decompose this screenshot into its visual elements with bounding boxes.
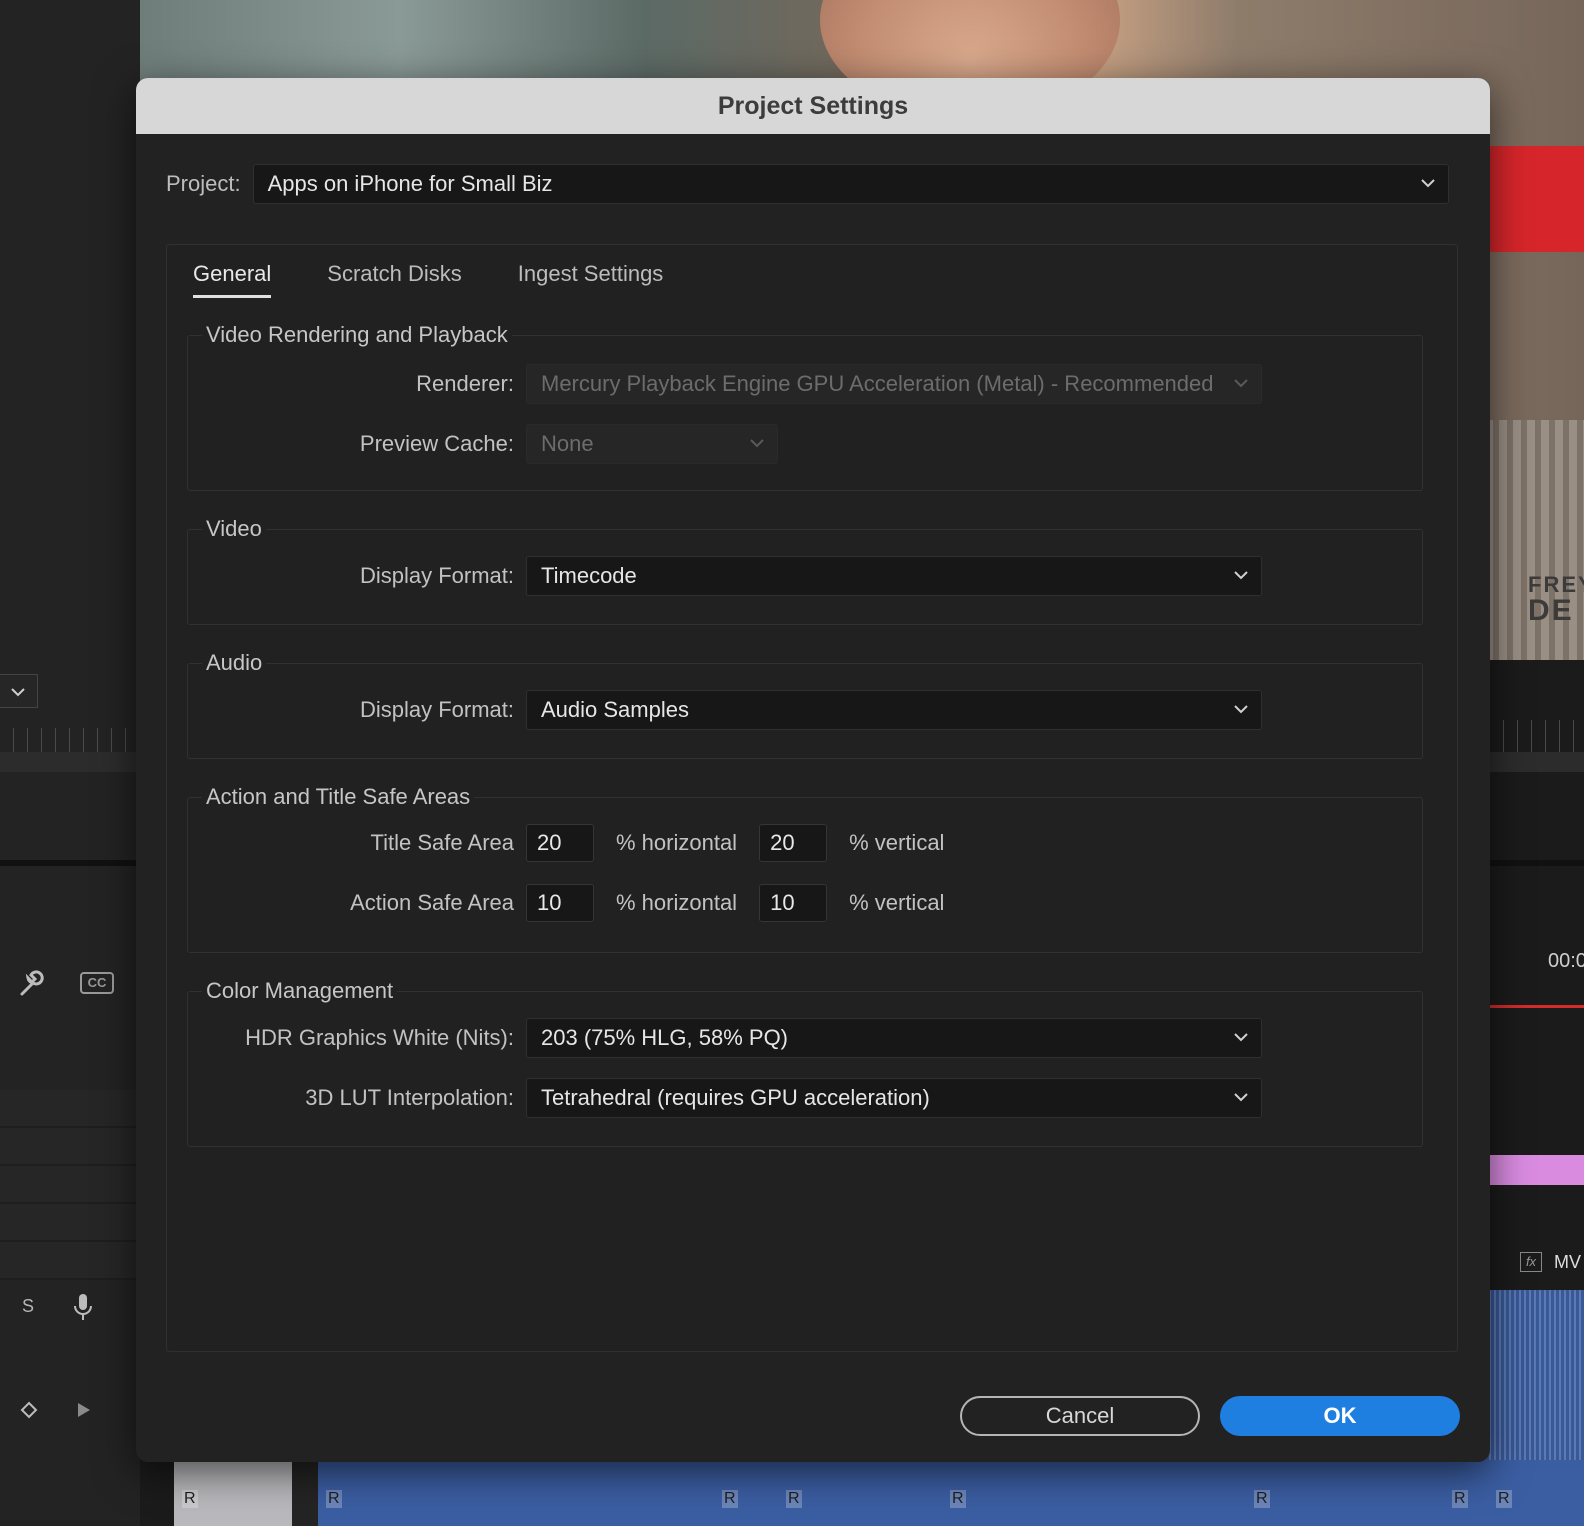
cancel-button[interactable]: Cancel — [960, 1396, 1200, 1436]
preview-cache-select-value: None — [541, 431, 594, 456]
track-marker: R — [1254, 1490, 1270, 1508]
action-safe-row: Action Safe Area 10 % horizontal 10 % ve… — [188, 884, 966, 922]
vertical-unit-label: % vertical — [849, 830, 945, 855]
track-gap — [292, 1460, 318, 1526]
hdr-white-label: HDR Graphics White (Nits): — [245, 1025, 514, 1050]
microphone-icon[interactable] — [72, 1292, 94, 1329]
left-scroll-bar[interactable] — [0, 752, 136, 772]
right-scroll-bar[interactable] — [1476, 752, 1584, 772]
chevron-down-icon — [1234, 379, 1248, 388]
action-safe-label: Action Safe Area — [350, 890, 514, 915]
settings-panel: General Scratch Disks Ingest Settings Vi… — [166, 244, 1458, 1352]
title-safe-row: Title Safe Area 20 % horizontal 20 % ver… — [188, 824, 966, 862]
track-headers — [0, 1090, 136, 1280]
preview-cache-row: Preview Cache: None — [188, 424, 778, 464]
track-marker: R — [1496, 1490, 1512, 1508]
group-audio: Audio Display Format: Audio Samples — [187, 650, 1423, 759]
group-legend: Video Rendering and Playback — [202, 322, 512, 348]
lut-interpolation-value: Tetrahedral (requires GPU acceleration) — [541, 1085, 930, 1110]
panel-menu-dropdown[interactable] — [0, 674, 38, 708]
lut-interpolation-select[interactable]: Tetrahedral (requires GPU acceleration) — [526, 1078, 1262, 1118]
closed-captions-icon[interactable]: CC — [80, 972, 114, 994]
chevron-down-icon — [1234, 1093, 1248, 1102]
tab-bar: General Scratch Disks Ingest Settings — [193, 261, 719, 298]
pink-clip[interactable] — [1478, 1155, 1584, 1185]
group-safe-areas: Action and Title Safe Areas Title Safe A… — [187, 784, 1423, 953]
hdr-white-select[interactable]: 203 (75% HLG, 58% PQ) — [526, 1018, 1262, 1058]
renderer-row: Renderer: Mercury Playback Engine GPU Ac… — [188, 364, 1262, 404]
lut-interpolation-row: 3D LUT Interpolation: Tetrahedral (requi… — [188, 1078, 1262, 1118]
horizontal-unit-label: % horizontal — [616, 830, 738, 855]
group-video: Video Display Format: Timecode — [187, 516, 1423, 625]
video-display-format-label: Display Format: — [359, 563, 514, 588]
tab-general[interactable]: General — [193, 261, 272, 298]
track-marker: R — [786, 1490, 802, 1508]
audio-display-format-select[interactable]: Audio Samples — [526, 690, 1262, 730]
group-legend: Action and Title Safe Areas — [202, 784, 475, 810]
left-time-ruler — [0, 728, 136, 752]
chevron-down-icon — [11, 688, 25, 697]
lut-interpolation-label: 3D LUT Interpolation: — [305, 1085, 514, 1110]
group-color-management: Color Management HDR Graphics White (Nit… — [187, 978, 1423, 1147]
hdr-white-row: HDR Graphics White (Nits): 203 (75% HLG,… — [188, 1018, 1262, 1058]
video-wall-text: FREY DE — [1528, 572, 1584, 627]
renderer-label: Renderer: — [416, 371, 514, 396]
wrench-icon[interactable] — [16, 968, 46, 1005]
group-video-rendering: Video Rendering and Playback Renderer: M… — [187, 322, 1423, 491]
audio-clips-track[interactable] — [174, 1460, 1584, 1526]
video-display-format-row: Display Format: Timecode — [188, 556, 1262, 596]
track-marker: R — [182, 1490, 198, 1508]
project-settings-dialog: Project Settings Project: Apps on iPhone… — [136, 78, 1490, 1462]
timeline-timecode: 00:0 — [1548, 950, 1584, 972]
preview-cache-label: Preview Cache: — [359, 431, 514, 456]
fx-badge: fx — [1520, 1252, 1542, 1272]
track-marker: R — [326, 1490, 342, 1508]
chevron-down-icon — [1234, 705, 1248, 714]
chevron-down-icon — [1234, 571, 1248, 580]
clip-name-label: MV — [1554, 1252, 1581, 1272]
track-marker: R — [722, 1490, 738, 1508]
track-marker: R — [950, 1490, 966, 1508]
panel-divider — [0, 860, 136, 866]
preview-cache-select: None — [526, 424, 778, 464]
solo-track-toggle[interactable]: S — [22, 1296, 34, 1317]
audio-display-format-row: Display Format: Audio Samples — [188, 690, 1262, 730]
chevron-down-icon — [1420, 179, 1435, 188]
dialog-title: Project Settings — [717, 91, 909, 120]
vertical-unit-label: % vertical — [849, 890, 945, 915]
renderer-select-value: Mercury Playback Engine GPU Acceleration… — [541, 371, 1214, 396]
horizontal-unit-label: % horizontal — [616, 890, 738, 915]
audio-display-format-label: Display Format: — [359, 697, 514, 722]
video-display-format-value: Timecode — [541, 563, 637, 588]
tab-ingest-settings[interactable]: Ingest Settings — [518, 261, 664, 298]
hdr-white-value: 203 (75% HLG, 58% PQ) — [541, 1025, 789, 1050]
renderer-select: Mercury Playback Engine GPU Acceleration… — [526, 364, 1262, 404]
title-safe-label: Title Safe Area — [370, 830, 514, 855]
chevron-down-icon — [750, 439, 764, 448]
play-triangle-icon[interactable] — [76, 1398, 92, 1426]
project-label: Project: — [166, 171, 241, 196]
project-select-value: Apps on iPhone for Small Biz — [267, 171, 553, 196]
group-legend: Color Management — [202, 978, 398, 1004]
panel-divider-right — [1476, 860, 1584, 866]
track-marker: R — [1452, 1490, 1468, 1508]
playhead-line — [1476, 1005, 1584, 1008]
project-row: Project: Apps on iPhone for Small Biz — [166, 164, 1449, 204]
title-safe-vertical-input[interactable]: 20 — [759, 824, 828, 862]
group-legend: Audio — [202, 650, 267, 676]
video-display-format-select[interactable]: Timecode — [526, 556, 1262, 596]
title-safe-horizontal-input[interactable]: 20 — [526, 824, 594, 862]
dialog-titlebar[interactable]: Project Settings — [136, 78, 1490, 134]
audio-display-format-value: Audio Samples — [541, 697, 689, 722]
ok-button[interactable]: OK — [1220, 1396, 1460, 1436]
chevron-down-icon — [1234, 1033, 1248, 1042]
group-legend: Video — [202, 516, 266, 542]
keyframe-diamond-icon[interactable] — [20, 1398, 38, 1426]
action-safe-vertical-input[interactable]: 10 — [759, 884, 828, 922]
action-safe-horizontal-input[interactable]: 10 — [526, 884, 594, 922]
project-select[interactable]: Apps on iPhone for Small Biz — [252, 164, 1449, 204]
tab-scratch-disks[interactable]: Scratch Disks — [327, 261, 461, 298]
